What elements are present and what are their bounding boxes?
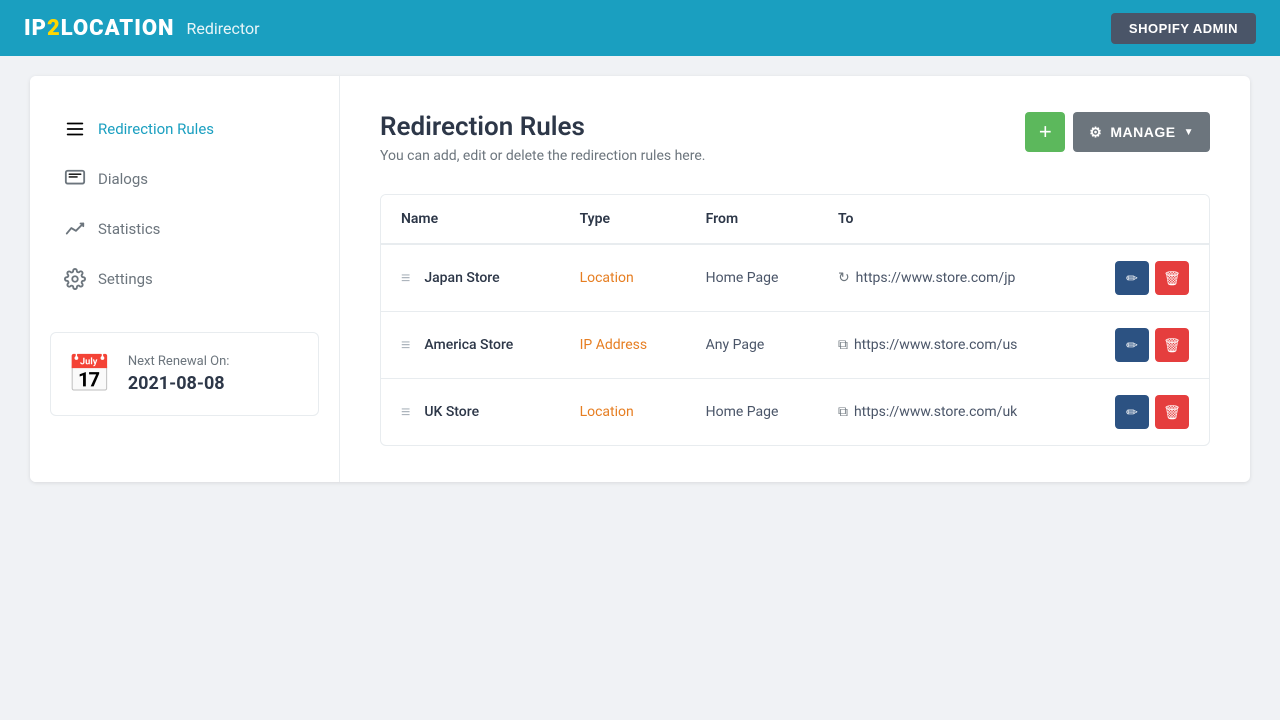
renewal-date: 2021-08-08 <box>128 373 230 394</box>
sidebar-item-dialogs[interactable]: Dialogs <box>50 156 319 202</box>
rule-url: https://www.store.com/jp <box>856 270 1016 286</box>
logo-area: IP2LOCATION Redirector <box>24 16 260 41</box>
rule-type: Location <box>580 270 634 286</box>
edit-rule-button[interactable]: ✏ <box>1115 395 1149 429</box>
rule-url: https://www.store.com/us <box>854 337 1017 353</box>
sidebar-item-label: Statistics <box>98 220 160 238</box>
drag-handle-icon: ≡ <box>401 268 410 288</box>
gear-icon: ⚙ <box>1089 124 1102 141</box>
renewal-info: Next Renewal On: 2021-08-08 <box>128 354 230 394</box>
shopify-admin-button[interactable]: SHOPIFY ADMIN <box>1111 13 1256 44</box>
rule-name: UK Store <box>424 404 479 420</box>
settings-icon <box>64 268 86 290</box>
list-icon <box>64 118 86 140</box>
add-rule-button[interactable]: + <box>1025 112 1065 152</box>
edit-rule-button[interactable]: ✏ <box>1115 328 1149 362</box>
table-header: Name Type From To <box>381 195 1209 244</box>
page-icon: ⧉ <box>838 337 848 353</box>
rules-table: Name Type From To ≡ Japan Store Location Ho… <box>381 195 1209 445</box>
table-row: ≡ America Store IP Address Any Page ⧉ https:/… <box>381 312 1209 379</box>
rule-from: Home Page <box>686 244 818 312</box>
row-actions: ✏ 🗑 <box>1095 395 1189 429</box>
dialog-icon <box>64 168 86 190</box>
manage-button[interactable]: ⚙ MANAGE ▼ <box>1073 112 1210 152</box>
main-card: Redirection Rules Dialogs <box>30 76 1250 482</box>
sidebar: Redirection Rules Dialogs <box>30 76 340 482</box>
col-from: From <box>686 195 818 244</box>
drag-handle-icon: ≡ <box>401 402 410 422</box>
rule-from: Any Page <box>686 312 818 379</box>
app-name: Redirector <box>186 19 259 38</box>
table-row: ≡ Japan Store Location Home Page ↻ https://ww… <box>381 244 1209 312</box>
delete-rule-button[interactable]: 🗑 <box>1155 395 1189 429</box>
sidebar-item-settings[interactable]: Settings <box>50 256 319 302</box>
renewal-label: Next Renewal On: <box>128 354 230 369</box>
app-header: IP2LOCATION Redirector SHOPIFY ADMIN <box>0 0 1280 56</box>
page-title: Redirection Rules <box>380 112 705 142</box>
col-type: Type <box>560 195 686 244</box>
table-body: ≡ Japan Store Location Home Page ↻ https://ww… <box>381 244 1209 445</box>
row-actions: ✏ 🗑 <box>1095 328 1189 362</box>
delete-rule-button[interactable]: 🗑 <box>1155 261 1189 295</box>
rule-url: https://www.store.com/uk <box>854 404 1017 420</box>
action-buttons: + ⚙ MANAGE ▼ <box>1025 112 1210 152</box>
col-name: Name <box>381 195 560 244</box>
calendar-icon: 📅 <box>67 353 112 395</box>
main-wrapper: Redirection Rules Dialogs <box>0 56 1280 502</box>
table-header-row: Name Type From To <box>381 195 1209 244</box>
logo: IP2LOCATION <box>24 16 174 41</box>
main-content: Redirection Rules You can add, edit or d… <box>340 76 1250 482</box>
rule-name: Japan Store <box>424 270 499 286</box>
rule-name: America Store <box>424 337 513 353</box>
sidebar-item-label: Settings <box>98 270 153 288</box>
caret-down-icon: ▼ <box>1184 127 1194 138</box>
row-actions: ✏ 🗑 <box>1095 261 1189 295</box>
rules-table-container: Name Type From To ≡ Japan Store Location Ho… <box>380 194 1210 446</box>
sidebar-item-statistics[interactable]: Statistics <box>50 206 319 252</box>
drag-handle-icon: ≡ <box>401 335 410 355</box>
col-actions <box>1075 195 1209 244</box>
sidebar-item-label: Redirection Rules <box>98 120 214 138</box>
redirect-icon: ↻ <box>838 270 850 286</box>
rule-type: IP Address <box>580 337 648 353</box>
page-icon: ⧉ <box>838 404 848 420</box>
sidebar-nav: Redirection Rules Dialogs <box>50 106 319 302</box>
sidebar-item-label: Dialogs <box>98 170 148 188</box>
rule-from: Home Page <box>686 379 818 446</box>
col-to: To <box>818 195 1075 244</box>
content-header: Redirection Rules You can add, edit or d… <box>380 112 1210 164</box>
renewal-card: 📅 Next Renewal On: 2021-08-08 <box>50 332 319 416</box>
edit-rule-button[interactable]: ✏ <box>1115 261 1149 295</box>
page-subtitle: You can add, edit or delete the redirect… <box>380 148 705 164</box>
title-area: Redirection Rules You can add, edit or d… <box>380 112 705 164</box>
table-row: ≡ UK Store Location Home Page ⧉ https://www.s… <box>381 379 1209 446</box>
sidebar-item-redirection-rules[interactable]: Redirection Rules <box>50 106 319 152</box>
delete-rule-button[interactable]: 🗑 <box>1155 328 1189 362</box>
rule-type: Location <box>580 404 634 420</box>
manage-label: MANAGE <box>1110 124 1175 140</box>
stats-icon <box>64 218 86 240</box>
